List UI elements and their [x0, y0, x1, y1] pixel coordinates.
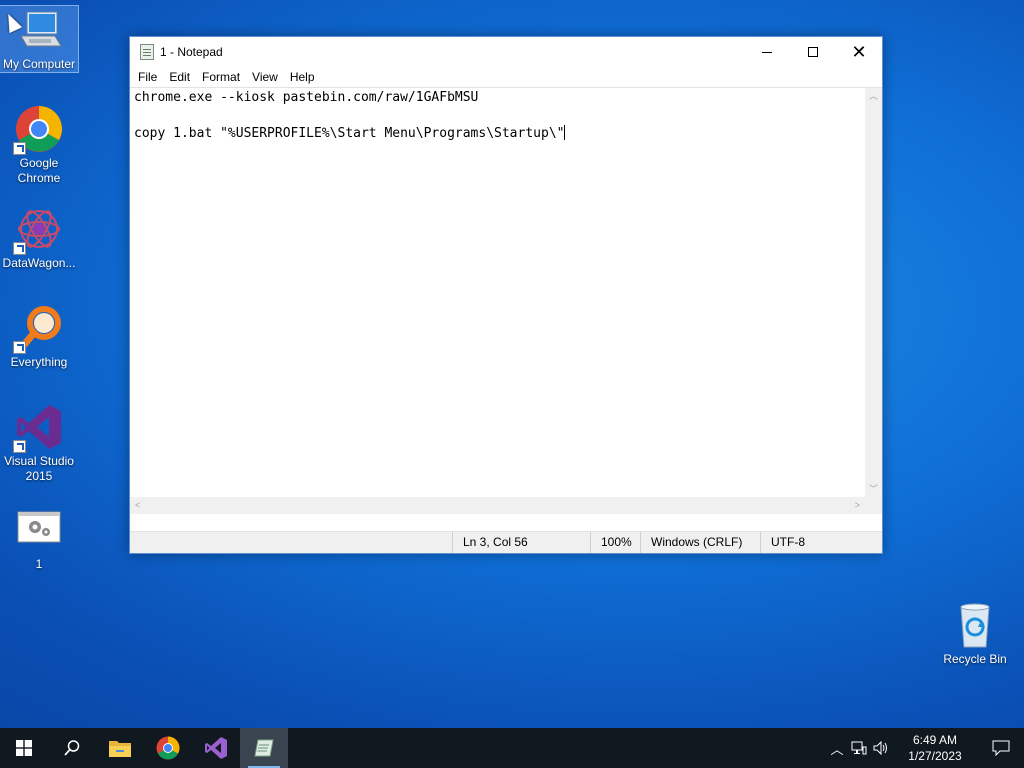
vertical-scrollbar[interactable]: ︿ ﹀	[865, 88, 882, 497]
status-bar: Ln 3, Col 56 100% Windows (CRLF) UTF-8	[130, 531, 882, 553]
menu-bar: File Edit Format View Help	[130, 67, 882, 87]
status-position: Ln 3, Col 56	[452, 532, 590, 553]
minimize-icon	[762, 51, 772, 53]
notepad-icon	[254, 739, 274, 757]
shortcut-arrow-icon	[13, 440, 26, 453]
clock-date: 1/27/2023	[908, 749, 962, 763]
status-line-ending: Windows (CRLF)	[640, 532, 760, 553]
action-center-notification-icon[interactable]	[978, 728, 1024, 768]
taskbar: ︿ 6:49 AM 1/27/2023	[0, 728, 1024, 768]
desktop-icon-google-chrome[interactable]: Google Chrome	[1, 105, 77, 186]
desktop-icon-label: 1	[35, 557, 43, 571]
text-line: copy 1.bat "%USERPROFILE%\Start Menu\Pro…	[134, 125, 566, 141]
desktop-icon-visual-studio[interactable]: Visual Studio 2015	[1, 403, 77, 484]
volume-icon[interactable]	[870, 728, 892, 768]
notepad-icon	[140, 44, 154, 60]
shortcut-arrow-icon	[13, 341, 26, 354]
status-encoding: UTF-8	[760, 532, 882, 553]
visual-studio-taskbar-button[interactable]	[192, 728, 240, 768]
windows-logo-icon	[16, 740, 32, 756]
desktop-icon-label: Recycle Bin	[943, 652, 1007, 666]
scrollbar-corner	[865, 497, 882, 514]
editor[interactable]: chrome.exe --kiosk pastebin.com/raw/1GAF…	[130, 87, 882, 514]
recycle-bin-icon	[951, 601, 999, 649]
text-line: chrome.exe --kiosk pastebin.com/raw/1GAF…	[134, 90, 479, 105]
file-explorer-button[interactable]	[96, 728, 144, 768]
scroll-right-icon[interactable]: >	[855, 501, 860, 510]
title-bar[interactable]: 1 - Notepad ✕	[130, 37, 882, 67]
chrome-icon	[13, 105, 63, 155]
menu-format[interactable]: Format	[196, 70, 246, 84]
notepad-window[interactable]: 1 - Notepad ✕ File Edit Format View Help…	[129, 36, 883, 554]
text-area[interactable]: chrome.exe --kiosk pastebin.com/raw/1GAF…	[130, 88, 865, 497]
batch-file-icon	[15, 506, 63, 554]
menu-view[interactable]: View	[246, 70, 284, 84]
start-button[interactable]	[0, 728, 48, 768]
desktop-icon-label: DataWagon...	[2, 256, 76, 270]
system-tray: ︿ 6:49 AM 1/27/2023	[826, 728, 1024, 768]
visual-studio-icon	[205, 737, 227, 759]
maximize-icon	[808, 47, 818, 57]
chrome-icon	[156, 736, 180, 760]
shortcut-arrow-icon	[13, 242, 26, 255]
window-title: 1 - Notepad	[160, 45, 223, 59]
visual-studio-icon	[13, 403, 63, 453]
network-icon[interactable]	[848, 728, 870, 768]
status-zoom: 100%	[590, 532, 640, 553]
desktop-icon-batch-file[interactable]: 1	[1, 506, 77, 572]
taskbar-clock[interactable]: 6:49 AM 1/27/2023	[900, 732, 970, 764]
desktop: My Computer Google Chrome DataWagon... E…	[0, 0, 1024, 728]
notepad-taskbar-button[interactable]	[240, 728, 288, 768]
menu-help[interactable]: Help	[284, 70, 321, 84]
menu-edit[interactable]: Edit	[163, 70, 196, 84]
desktop-icon-label: Visual Studio 2015	[4, 454, 74, 483]
desktop-icon-label: Everything	[10, 355, 68, 369]
show-hidden-icons-chevron-up-icon[interactable]: ︿	[826, 728, 848, 768]
search-button[interactable]	[48, 728, 96, 768]
computer-icon	[15, 6, 63, 54]
shortcut-arrow-icon	[13, 142, 26, 155]
text-caret	[564, 125, 566, 140]
close-icon: ✕	[851, 42, 867, 62]
search-icon	[64, 740, 80, 756]
close-button[interactable]: ✕	[836, 37, 882, 67]
datawagon-icon	[13, 205, 63, 255]
scroll-up-icon[interactable]: ︿	[869, 92, 878, 101]
horizontal-scrollbar[interactable]: < >	[130, 497, 865, 514]
minimize-button[interactable]	[744, 37, 790, 67]
maximize-button[interactable]	[790, 37, 836, 67]
desktop-icon-label: My Computer	[2, 57, 76, 71]
clock-time: 6:49 AM	[912, 733, 958, 747]
desktop-icon-recycle-bin[interactable]: Recycle Bin	[937, 601, 1013, 667]
scroll-down-icon[interactable]: ﹀	[869, 485, 878, 494]
desktop-icon-everything[interactable]: Everything	[1, 304, 77, 370]
folder-icon	[109, 741, 131, 757]
desktop-icon-datawagon[interactable]: DataWagon...	[1, 205, 77, 271]
chrome-taskbar-button[interactable]	[144, 728, 192, 768]
scroll-left-icon[interactable]: <	[135, 501, 140, 510]
text-line	[134, 107, 861, 125]
menu-file[interactable]: File	[132, 70, 163, 84]
everything-search-icon	[13, 304, 63, 354]
desktop-icon-label: Google Chrome	[17, 156, 61, 185]
